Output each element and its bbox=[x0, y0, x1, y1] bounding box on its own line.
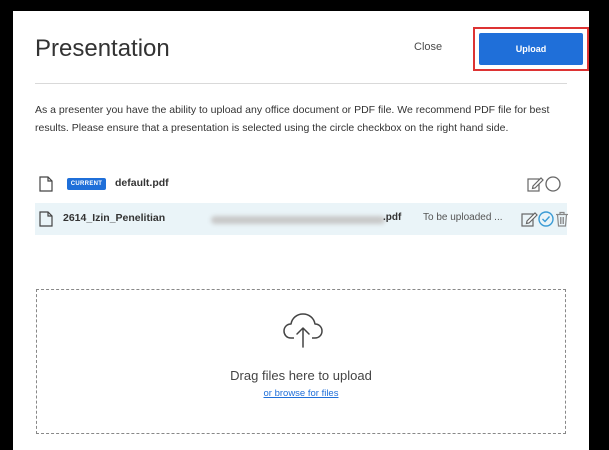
drag-files-text: Drag files here to upload bbox=[230, 368, 372, 383]
presentation-dialog: Presentation Close Upload As a presenter… bbox=[13, 11, 589, 450]
document-icon bbox=[39, 211, 53, 227]
upload-button[interactable]: Upload bbox=[479, 33, 583, 65]
circle-checkbox-icon[interactable] bbox=[544, 175, 562, 193]
document-icon bbox=[39, 176, 53, 192]
upload-status: To be uploaded ... bbox=[423, 212, 503, 223]
dialog-header: Presentation Close Upload bbox=[35, 19, 589, 84]
browse-files-link[interactable]: or browse for files bbox=[37, 388, 565, 399]
cloud-upload-icon bbox=[283, 313, 323, 348]
dialog-title: Presentation bbox=[35, 35, 170, 62]
redacted-filename-part bbox=[211, 216, 385, 224]
edit-icon[interactable] bbox=[526, 175, 544, 193]
upload-description: As a presenter you have the ability to u… bbox=[35, 104, 550, 134]
file-extension: .pdf bbox=[383, 212, 402, 223]
close-button[interactable]: Close bbox=[414, 41, 442, 53]
file-name: 2614_Izin_Penelitian bbox=[63, 212, 166, 224]
trash-icon[interactable] bbox=[553, 210, 571, 228]
current-badge: CURRENT bbox=[67, 178, 106, 190]
file-row-pending: 2614_Izin_Penelitian .pdf To be uploaded… bbox=[35, 203, 568, 235]
file-row-current: CURRENT default.pdf bbox=[35, 168, 567, 200]
file-name: default.pdf bbox=[115, 177, 169, 189]
edit-icon[interactable] bbox=[520, 210, 538, 228]
upload-button-highlight: Upload bbox=[473, 27, 589, 71]
file-dropzone[interactable]: Drag files here to upload or browse for … bbox=[36, 289, 566, 434]
